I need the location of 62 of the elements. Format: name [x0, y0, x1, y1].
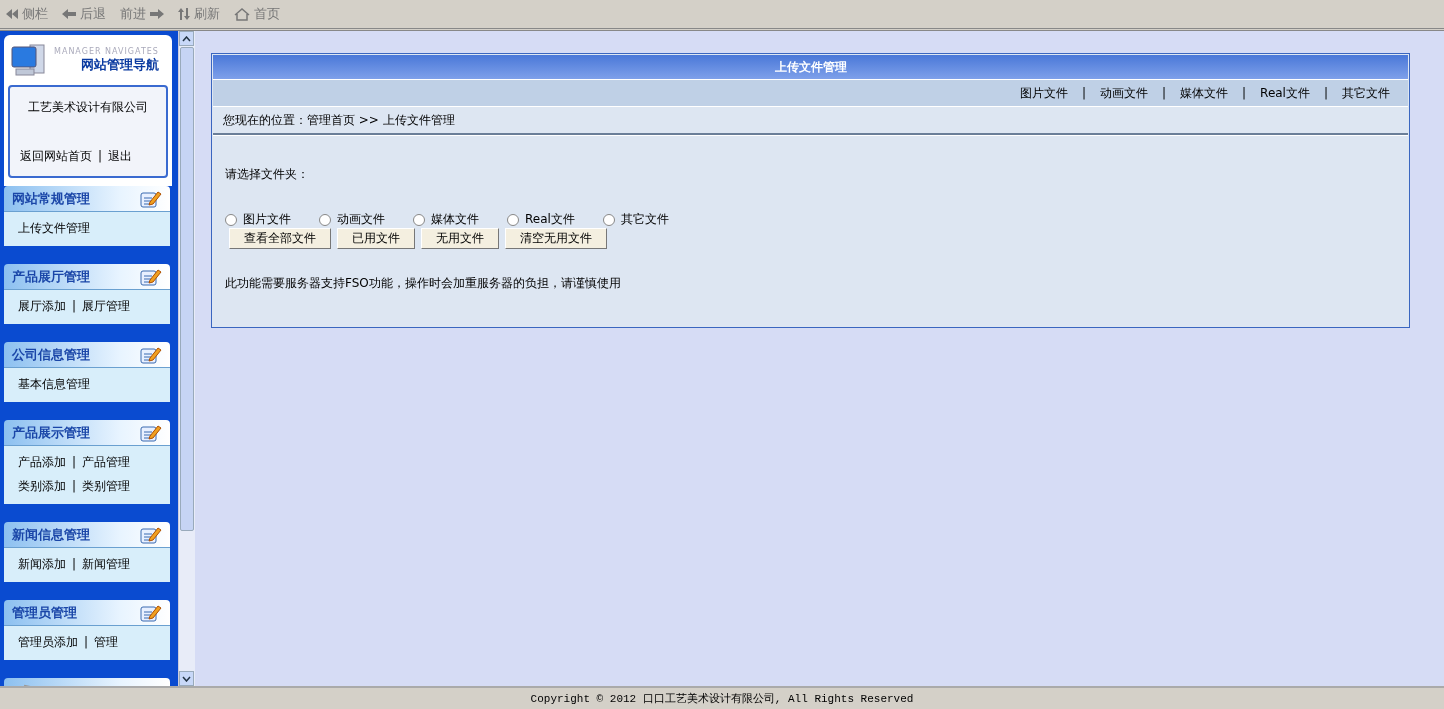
- separator: |: [1242, 86, 1247, 100]
- scrollbar[interactable]: [178, 31, 195, 686]
- nav-link[interactable]: 管理: [94, 630, 119, 654]
- radio-button[interactable]: [413, 213, 425, 226]
- separator: |: [72, 556, 77, 573]
- file-type-link[interactable]: 媒体文件: [1180, 84, 1229, 102]
- double-left-arrow-icon: [6, 9, 18, 19]
- separator: |: [1162, 86, 1167, 100]
- file-type-link[interactable]: 其它文件: [1342, 84, 1390, 102]
- nav-link[interactable]: 产品管理: [82, 450, 131, 474]
- action-button[interactable]: 无用文件: [421, 228, 499, 249]
- nav-link[interactable]: 类别添加: [18, 474, 66, 498]
- separator: |: [1081, 86, 1086, 100]
- section-header[interactable]: 产品展厅管理: [4, 264, 170, 289]
- brand-title: 网站管理导航: [79, 55, 159, 74]
- nav-link[interactable]: 类别管理: [82, 474, 131, 498]
- up-down-arrows-icon: [178, 8, 190, 20]
- nav-link[interactable]: 返回网站首页: [20, 144, 92, 168]
- radio-label: 动画文件: [337, 211, 385, 228]
- separator: |: [72, 454, 77, 471]
- section-header[interactable]: 管理员管理: [4, 600, 170, 625]
- brand-subtitle: MANAGER NAVIGATES: [54, 46, 159, 56]
- radio-button[interactable]: [602, 213, 615, 226]
- nav-link[interactable]: 管理员添加: [18, 630, 78, 654]
- separator: |: [72, 478, 77, 495]
- action-button[interactable]: 清空无用文件: [505, 228, 607, 249]
- radio-label: 其它文件: [620, 211, 669, 228]
- section-header[interactable]: 公司信息管理: [4, 342, 170, 367]
- copyright-text: Copyright © 2012 口口工艺美术设计有限公司, All Rights Reserved: [0, 686, 1444, 709]
- nav-link[interactable]: 产品添加: [18, 450, 66, 474]
- radio-button[interactable]: [319, 213, 331, 226]
- separator: |: [98, 148, 103, 165]
- company-name: 工艺美术设计有限公司: [27, 99, 149, 116]
- radio-label: Real文件: [525, 211, 575, 228]
- section-header[interactable]: 新闻信息管理: [4, 522, 170, 547]
- separator: |: [84, 634, 89, 651]
- file-type-link[interactable]: Real文件: [1260, 84, 1310, 102]
- section-header[interactable]: 产品展示管理: [4, 420, 170, 445]
- nav-link[interactable]: 新闻管理: [82, 552, 131, 576]
- nav-link[interactable]: 展厅添加: [18, 294, 66, 318]
- left-arrow-icon: [62, 9, 76, 19]
- nav-link[interactable]: 退出: [108, 144, 133, 168]
- file-type-link[interactable]: 动画文件: [1100, 84, 1148, 102]
- radio-label: 媒体文件: [431, 211, 479, 228]
- separator: |: [1323, 86, 1328, 100]
- file-type-link[interactable]: 图片文件: [1019, 84, 1068, 102]
- nav-link[interactable]: 新闻添加: [18, 552, 66, 576]
- section-header[interactable]: 网站常规管理: [4, 186, 170, 211]
- radio-button[interactable]: [225, 213, 237, 226]
- radio-label: 图片文件: [243, 211, 291, 228]
- action-button[interactable]: 查看全部文件: [229, 228, 331, 249]
- breadcrumb: 您现在的位置：管理首页 >> 上传文件管理: [213, 106, 1408, 135]
- radio-button[interactable]: [507, 213, 519, 226]
- folder-prompt: 请选择文件夹：: [225, 166, 310, 183]
- right-arrow-icon: [150, 9, 164, 19]
- action-button[interactable]: 已用文件: [337, 228, 415, 249]
- house-icon: [234, 7, 250, 21]
- computer-icon: [8, 41, 48, 79]
- nav-link[interactable]: 展厅管理: [82, 294, 131, 318]
- panel-title: 上传文件管理: [213, 55, 1408, 79]
- separator: |: [72, 298, 77, 315]
- warning-note: 此功能需要服务器支持FSO功能，操作时会加重服务器的负担，请谨慎使用: [225, 275, 622, 292]
